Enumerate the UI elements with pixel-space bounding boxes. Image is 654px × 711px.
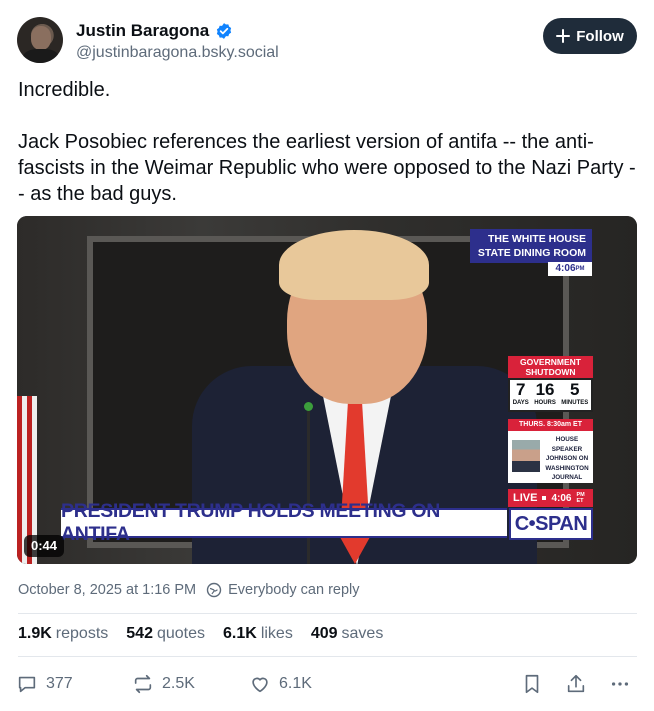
reply-count: 377 [46, 675, 73, 692]
counter-cell: 7 DAYS [513, 380, 529, 410]
author-handle[interactable]: @justinbaragona.bsky.social [76, 44, 279, 62]
follow-button[interactable]: Follow [543, 18, 637, 54]
speaker-thumbnail [512, 440, 540, 472]
counter-label: MINUTES [561, 400, 589, 406]
stat-label: quotes [156, 625, 206, 642]
schedule-line: SPEAKER [551, 445, 583, 453]
shutdown-counter: 7 DAYS 16 HOURS 5 MINUTES [508, 378, 593, 412]
author-display-name[interactable]: Justin Baragona [76, 21, 209, 41]
avatar-face [31, 26, 51, 50]
headline-chyron: PRESIDENT TRUMP HOLDS MEETING ON ANTIFA [61, 500, 507, 545]
network-logo: C•SPAN [509, 508, 593, 540]
location-time: 4:06PM [548, 262, 592, 276]
shutdown-line: GOVERNMENT [520, 357, 581, 367]
author-name-row: Justin Baragona [76, 21, 233, 41]
counter-value: 5 [570, 380, 580, 399]
repost-button[interactable]: 2.5K [132, 673, 195, 695]
video-player[interactable]: THE WHITE HOUSE STATE DINING ROOM 4:06PM… [17, 216, 637, 564]
bookmark-button[interactable] [521, 673, 543, 695]
follow-button-label: Follow [576, 27, 624, 45]
live-label: LIVE [513, 492, 538, 504]
stat-label: likes [260, 625, 293, 642]
counter-cell: 5 MINUTES [561, 380, 588, 410]
schedule-line: WASHINGTON [545, 464, 589, 472]
reply-permission-text: Everybody can reply [228, 582, 360, 598]
stat-quotes[interactable]: 542 quotes [126, 625, 205, 643]
video-person-hair [279, 230, 429, 300]
location-time-suffix: PM [575, 266, 585, 272]
live-bar: LIVE 4:06 PM ET [508, 489, 593, 507]
live-time: 4:06 [551, 492, 572, 504]
counter-label: HOURS [534, 400, 556, 406]
post-paragraph: Jack Posobiec references the earliest ve… [18, 131, 636, 205]
stat-count: 1.9K [18, 625, 52, 642]
shutdown-line: SHUTDOWN [525, 367, 576, 377]
live-tz-line: ET [576, 498, 584, 504]
post-text: Incredible. Jack Posobiec references the… [18, 77, 638, 207]
bookmark-icon [525, 674, 539, 694]
reply-icon [18, 676, 36, 693]
stat-saves: 409 saves [311, 625, 384, 643]
counter-value: 16 [535, 380, 555, 399]
divider [18, 613, 637, 614]
reply-button[interactable]: 377 [16, 673, 73, 695]
video-duration: 0:44 [24, 535, 65, 557]
location-line: THE WHITE HOUSE [487, 233, 586, 245]
video-microphone-tip [304, 402, 313, 411]
stat-count: 409 [310, 625, 338, 642]
schedule-box: HOUSE SPEAKER JOHNSON ON WASHINGTON JOUR… [508, 431, 593, 483]
schedule-line: JOURNAL [551, 474, 583, 481]
repost-icon [134, 674, 152, 694]
schedule-line: JOHNSON ON [545, 455, 589, 462]
post-actions: 377 2.5K 6.1K [16, 673, 638, 697]
avatar-shirt [23, 49, 59, 63]
reply-permission: Everybody can reply [206, 582, 360, 598]
counter-value: 7 [516, 380, 526, 399]
live-dot-icon [542, 496, 547, 500]
stat-label: reposts [55, 625, 109, 642]
schedule-header: THURS. 8:30am ET [508, 419, 593, 431]
plus-icon [556, 29, 571, 43]
stat-label: saves [341, 625, 384, 642]
stat-reposts[interactable]: 1.9K reposts [18, 625, 108, 643]
repost-count: 2.5K [162, 675, 195, 692]
more-icon [611, 682, 629, 686]
share-button[interactable] [565, 673, 587, 695]
post-meta: October 8, 2025 at 1:16 PM Everybody can… [18, 582, 360, 598]
more-options-button[interactable] [609, 673, 631, 695]
live-timezone: PM ET [576, 492, 584, 504]
author-avatar[interactable] [17, 17, 63, 63]
location-time-value: 4:06 [555, 263, 576, 274]
stat-count: 542 [126, 625, 153, 642]
like-count: 6.1K [279, 675, 312, 692]
like-button[interactable]: 6.1K [249, 673, 312, 695]
schedule-line: HOUSE [555, 436, 579, 443]
location-line: STATE DINING ROOM [477, 247, 586, 259]
stat-likes[interactable]: 6.1K likes [223, 625, 293, 643]
location-bug: THE WHITE HOUSE STATE DINING ROOM [470, 229, 592, 263]
share-icon [567, 674, 585, 693]
schedule-text: HOUSE SPEAKER JOHNSON ON WASHINGTON JOUR… [543, 435, 591, 483]
heart-icon [252, 677, 268, 693]
globe-icon [206, 582, 222, 598]
counter-cell: 16 HOURS [534, 380, 556, 410]
divider [18, 656, 637, 657]
counter-label: DAYS [512, 400, 529, 406]
verified-badge-icon [217, 23, 232, 39]
stat-count: 6.1K [223, 625, 257, 642]
post-timestamp[interactable]: October 8, 2025 at 1:16 PM [18, 582, 196, 598]
shutdown-header: GOVERNMENT SHUTDOWN [508, 356, 593, 378]
post-stats: 1.9K reposts 542 quotes 6.1K likes 409 saves [18, 625, 383, 643]
post-paragraph: Incredible. [18, 79, 111, 101]
